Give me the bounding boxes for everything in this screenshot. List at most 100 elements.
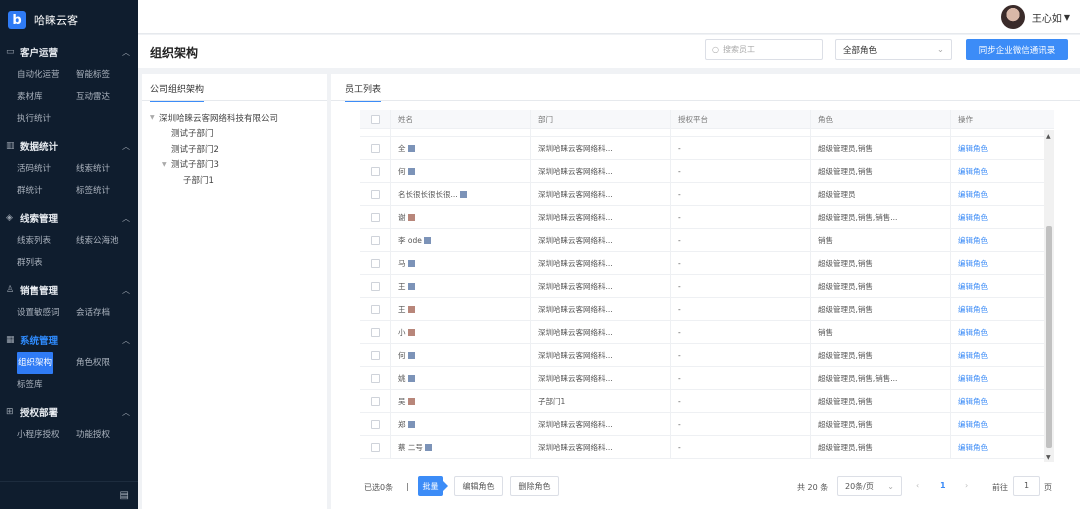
- sidebar-item[interactable]: 角色权限: [76, 352, 135, 374]
- scroll-up-icon[interactable]: ▲: [1046, 133, 1051, 140]
- sidebar-section-5[interactable]: ⊞ 授权部署 ︿: [0, 400, 138, 424]
- row-checkbox[interactable]: [370, 258, 380, 268]
- row-checkbox[interactable]: [370, 304, 380, 314]
- tree-node[interactable]: ▼ 测试子部门3: [142, 157, 327, 173]
- row-checkbox[interactable]: [370, 350, 380, 360]
- divider: [142, 100, 327, 101]
- sidebar-section-items: 活码统计 线索统计 群统计 标签统计: [0, 158, 138, 206]
- row-checkbox[interactable]: [370, 442, 380, 452]
- tree-node[interactable]: 子部门1: [142, 172, 327, 188]
- edit-role-link[interactable]: 编辑角色: [950, 344, 1054, 366]
- edit-role-link[interactable]: 编辑角色: [950, 298, 1054, 320]
- cell-dept: 深圳哈睐云客网络科...: [530, 229, 670, 251]
- edit-role-button[interactable]: 编辑角色: [454, 476, 503, 496]
- sidebar-item[interactable]: 活码统计: [17, 158, 76, 180]
- sidebar-item[interactable]: 自动化运营: [17, 64, 76, 86]
- row-checkbox[interactable]: [370, 281, 380, 291]
- collapse-sidebar-button[interactable]: ▤: [0, 481, 138, 509]
- sidebar-item[interactable]: 执行统计: [17, 108, 76, 130]
- edit-role-link[interactable]: 编辑角色: [950, 413, 1054, 435]
- user-menu[interactable]: 王心如 ▼: [1000, 5, 1070, 29]
- tab-company-org[interactable]: 公司组织架构: [150, 82, 205, 102]
- search-input[interactable]: ○ 搜索员工: [705, 39, 823, 60]
- table-row: 姚 深圳哈睐云客网络科... - 超级管理员,销售,销售... 编辑角色: [360, 367, 1054, 390]
- sidebar-item[interactable]: 小程序授权: [17, 424, 76, 446]
- cell-name: 郑: [390, 413, 530, 435]
- sidebar-item[interactable]: 智能标签: [76, 64, 135, 86]
- edit-role-link[interactable]: 编辑角色: [950, 321, 1054, 343]
- edit-role-link[interactable]: 编辑角色: [950, 183, 1054, 205]
- sidebar-item[interactable]: 标签统计: [76, 180, 135, 202]
- row-checkbox-cell: [360, 258, 390, 268]
- current-page-number[interactable]: 1: [940, 481, 946, 490]
- tree-node[interactable]: 测试子部门2: [142, 141, 327, 157]
- sidebar-item[interactable]: 会话存档: [76, 302, 135, 324]
- tab-employee-list[interactable]: 员工列表: [345, 82, 382, 102]
- sidebar-section-4[interactable]: ▦ 系统管理 ︿: [0, 328, 138, 352]
- sidebar-section-0[interactable]: ▭ 客户运营 ︿: [0, 40, 138, 64]
- sidebar-item[interactable]: 组织架构: [17, 352, 53, 374]
- row-checkbox[interactable]: [370, 143, 380, 153]
- batch-button[interactable]: 批量: [418, 476, 443, 496]
- row-checkbox[interactable]: [370, 419, 380, 429]
- role-filter-select[interactable]: 全部角色 ⌄: [835, 39, 952, 60]
- cell-dept: 深圳哈睐云客网络科...: [530, 137, 670, 159]
- sidebar-section-items: 组织架构 角色权限 标签库: [0, 352, 138, 400]
- cell-platform: -: [670, 367, 810, 389]
- edit-role-link[interactable]: 编辑角色: [950, 137, 1054, 159]
- row-checkbox[interactable]: [370, 327, 380, 337]
- edit-role-link[interactable]: 编辑角色: [950, 436, 1054, 458]
- org-tree: ▼ 深圳哈睐云客网络科技有限公司 测试子部门 测试子部门2 ▼ 测试子部门3 子部门1: [142, 110, 327, 188]
- row-checkbox[interactable]: [370, 373, 380, 383]
- cell-role: 超级管理员,销售: [810, 160, 950, 182]
- next-page-icon[interactable]: ›: [965, 481, 968, 490]
- row-checkbox[interactable]: [370, 212, 380, 222]
- goto-page-input[interactable]: 1: [1013, 476, 1040, 496]
- sidebar-item[interactable]: 功能授权: [76, 424, 135, 446]
- redacted-mark: [407, 328, 415, 336]
- sidebar-section-2[interactable]: ◈ 线索管理 ︿: [0, 206, 138, 230]
- sidebar-item[interactable]: 素材库: [17, 86, 76, 108]
- app-logo[interactable]: b 哈睐云客: [0, 0, 138, 40]
- chevron-up-icon: ︿: [122, 47, 130, 57]
- sidebar-item[interactable]: 设置敏感词: [17, 302, 76, 324]
- edit-role-link[interactable]: 编辑角色: [950, 252, 1054, 274]
- edit-role-link[interactable]: 编辑角色: [950, 229, 1054, 251]
- tree-node[interactable]: 测试子部门: [142, 126, 327, 142]
- sidebar-item[interactable]: 互动雷达: [76, 86, 135, 108]
- row-checkbox-cell: [360, 327, 390, 337]
- sidebar-section-1[interactable]: ▥ 数据统计 ︿: [0, 134, 138, 158]
- page-size-select[interactable]: 20条/页 ⌄: [837, 476, 902, 496]
- sidebar-item[interactable]: 线索公海池: [76, 230, 135, 252]
- edit-role-link[interactable]: 编辑角色: [950, 275, 1054, 297]
- prev-page-icon[interactable]: ‹: [916, 481, 919, 490]
- tree-node-label: 深圳哈睐云客网络科技有限公司: [159, 113, 279, 124]
- sidebar-section-3[interactable]: ♙ 销售管理 ︿: [0, 278, 138, 302]
- chevron-down-icon: ⌄: [936, 44, 944, 55]
- edit-role-link[interactable]: 编辑角色: [950, 206, 1054, 228]
- sidebar-item[interactable]: 线索统计: [76, 158, 135, 180]
- scrollbar-thumb[interactable]: [1046, 226, 1052, 448]
- row-checkbox[interactable]: [370, 189, 380, 199]
- scroll-down-icon[interactable]: ▼: [1046, 454, 1051, 461]
- edit-role-link[interactable]: 编辑角色: [950, 160, 1054, 182]
- sidebar-item[interactable]: 线索列表: [17, 230, 76, 252]
- table-scrollbar[interactable]: ▲ ▼: [1044, 130, 1054, 462]
- employee-table: 姓名 部门 授权平台 角色 操作 全深圳哈睐云客网络科... - 超级管理员,销售编…: [360, 110, 1054, 462]
- row-checkbox[interactable]: [370, 396, 380, 406]
- row-checkbox[interactable]: [370, 235, 380, 245]
- tree-node[interactable]: ▼ 深圳哈睐云客网络科技有限公司: [142, 110, 327, 126]
- edit-role-link[interactable]: 编辑角色: [950, 367, 1054, 389]
- select-all-checkbox[interactable]: [370, 114, 380, 124]
- sync-wechat-contacts-button[interactable]: 同步企业微信通讯录: [966, 39, 1068, 60]
- sidebar-section-title: 系统管理: [20, 336, 59, 347]
- edit-role-link[interactable]: 编辑角色: [950, 390, 1054, 412]
- row-checkbox[interactable]: [370, 166, 380, 176]
- caret-down-icon[interactable]: ▼: [150, 114, 159, 121]
- cell-role: 超级管理员,销售: [810, 252, 950, 274]
- caret-down-icon[interactable]: ▼: [162, 161, 171, 168]
- sidebar-item[interactable]: 群统计: [17, 180, 76, 202]
- sidebar-item[interactable]: 群列表: [17, 252, 76, 274]
- sidebar-item[interactable]: 标签库: [17, 374, 76, 396]
- delete-role-button[interactable]: 删除角色: [510, 476, 559, 496]
